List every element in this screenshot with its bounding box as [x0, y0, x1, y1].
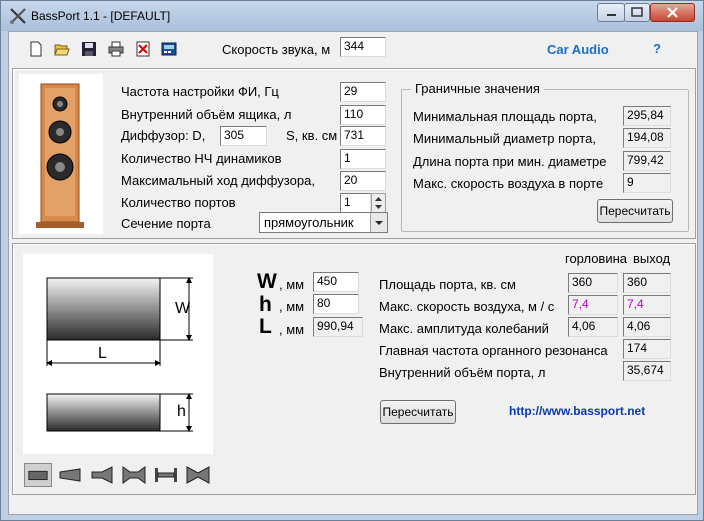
window-title: BassPort 1.1 - [DEFAULT]	[31, 9, 171, 23]
max-air-speed-label: Макс. скорость воздуха в порте	[413, 176, 604, 191]
port-length-label: Длина порта при мин. диаметре	[413, 154, 607, 169]
port-diagram: W L h	[23, 254, 213, 454]
min-port-diameter-value: 194,08	[623, 128, 671, 148]
w-letter: W	[257, 270, 277, 293]
speaker-image	[19, 74, 103, 234]
new-file-icon[interactable]	[28, 41, 44, 57]
drivers-count-input[interactable]: 1	[340, 149, 386, 169]
port-inner-volume-label: Внутренний объём порта, л	[379, 365, 546, 380]
min-port-area-label: Минимальная площадь порта,	[413, 109, 597, 124]
exit-column-header: выход	[633, 251, 671, 266]
air-speed-label: Макс. скорость воздуха, м / с	[379, 299, 555, 314]
minimize-icon	[607, 14, 616, 16]
ports-count-spinner[interactable]	[371, 193, 386, 213]
website-link[interactable]: http://www.bassport.net	[509, 404, 645, 418]
port-length-output: 990,94	[313, 317, 363, 337]
ports-count-label: Количество портов	[121, 195, 236, 210]
limits-title: Граничные значения	[411, 81, 544, 96]
amplitude-exit: 4,06	[623, 317, 671, 337]
box-volume-input[interactable]: 110	[340, 105, 386, 125]
ports-count-input[interactable]: 1	[340, 193, 371, 213]
dropdown-arrow-icon	[370, 213, 387, 232]
client-area: Скорость звука, м 344 Car Audio ? Частот…	[8, 31, 698, 515]
horn-port-icon[interactable]	[88, 463, 116, 487]
calculator-icon[interactable]	[161, 41, 177, 57]
tuning-frequency-input[interactable]: 29	[340, 82, 386, 102]
hourglass-port-icon[interactable]	[184, 463, 212, 487]
maximize-button[interactable]	[624, 3, 650, 22]
app-window: BassPort 1.1 - [DEFAULT] Скорость звука,…	[0, 0, 704, 521]
sound-speed-input[interactable]: 344	[340, 37, 386, 57]
close-button[interactable]	[650, 3, 695, 22]
diffuser-d-label: Диффузор: D,	[121, 128, 206, 143]
l-unit: , мм	[279, 322, 305, 337]
port-section-value: прямоугольник	[264, 215, 354, 230]
amplitude-label: Макс. амплитуда колебаний	[379, 321, 549, 336]
sound-speed-label: Скорость звука, м	[222, 42, 331, 57]
spinner-arrows-icon	[375, 197, 382, 209]
port-height-input[interactable]: 80	[313, 294, 359, 314]
title-bar: BassPort 1.1 - [DEFAULT]	[1, 1, 703, 31]
drivers-count-label: Количество НЧ динамиков	[121, 151, 282, 166]
diffuser-d-input[interactable]: 305	[220, 126, 267, 146]
min-port-diameter-label: Минимальный диаметр порта,	[413, 131, 596, 146]
help-button[interactable]: ?	[653, 41, 661, 56]
delete-icon[interactable]	[135, 41, 151, 57]
maximize-icon	[631, 7, 643, 17]
throat-column-header: горловина	[565, 251, 628, 266]
open-folder-icon[interactable]	[54, 41, 70, 57]
air-speed-exit: 7,4	[623, 295, 671, 315]
w-unit: , мм	[279, 277, 305, 292]
diagram-h-label: h	[177, 403, 186, 420]
max-air-speed-value: 9	[623, 173, 671, 193]
close-icon	[667, 7, 678, 18]
amplitude-throat: 4,06	[568, 317, 618, 337]
diffuser-s-input[interactable]: 731	[340, 126, 386, 146]
organ-resonance-label: Главная частота органного резонанса	[379, 343, 608, 358]
organ-resonance-value: 174	[623, 339, 671, 359]
l-letter: L	[259, 315, 272, 338]
tapered-port-icon[interactable]	[56, 463, 84, 487]
port-recalculate-button[interactable]: Пересчитать	[380, 400, 456, 424]
max-excursion-label: Максимальный ход диффузора,	[121, 173, 315, 188]
max-excursion-input[interactable]: 20	[340, 171, 386, 191]
min-port-area-value: 295,84	[623, 106, 671, 126]
straight-port-icon[interactable]	[24, 463, 52, 487]
port-width-input[interactable]: 450	[313, 272, 359, 292]
port-section-select[interactable]: прямоугольник	[259, 212, 388, 233]
diagram-w-label: W	[175, 300, 191, 317]
port-area-exit: 360	[623, 273, 671, 293]
box-volume-label: Внутренний объём ящика, л	[121, 107, 292, 122]
app-icon	[10, 8, 26, 24]
port-area-throat: 360	[568, 273, 618, 293]
diffuser-s-label: S, кв. см	[286, 128, 338, 143]
air-speed-throat: 7,4	[568, 295, 618, 315]
port-length-value: 799,42	[623, 151, 671, 171]
minimize-button[interactable]	[597, 3, 625, 22]
flanged-port-icon[interactable]	[152, 463, 180, 487]
limits-recalculate-button[interactable]: Пересчитать	[597, 199, 673, 223]
print-icon[interactable]	[108, 41, 124, 57]
double-flare-port-icon[interactable]	[120, 463, 148, 487]
tuning-frequency-label: Частота настройки ФИ, Гц	[121, 84, 279, 99]
port-section-label: Сечение порта	[121, 216, 211, 231]
h-letter: h	[259, 293, 272, 316]
port-inner-volume-value: 35,674	[623, 361, 671, 381]
diagram-l-label: L	[98, 345, 107, 362]
car-audio-link[interactable]: Car Audio	[547, 42, 609, 57]
h-unit: , мм	[279, 299, 305, 314]
save-icon[interactable]	[81, 41, 97, 57]
port-area-label: Площадь порта, кв. см	[379, 277, 516, 292]
